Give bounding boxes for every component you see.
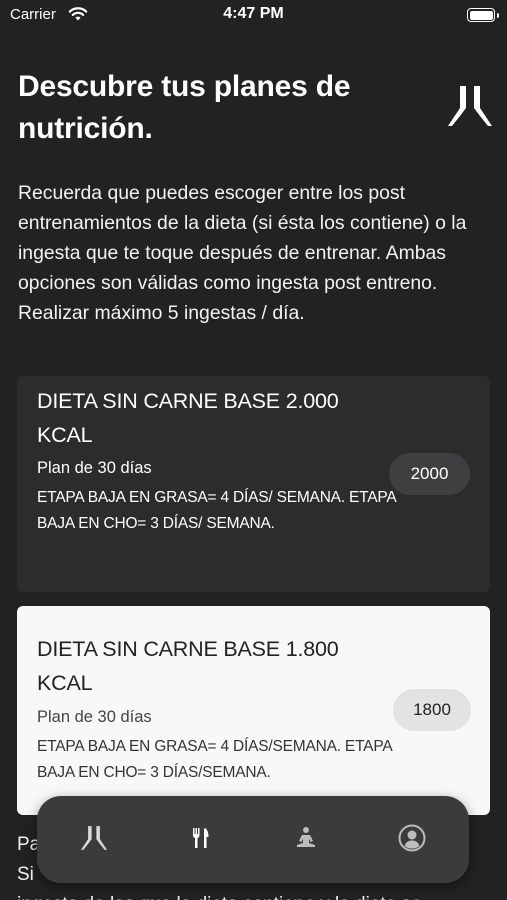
plan-duration: Plan de 30 días [37,459,152,477]
kcal-badge: 2000 [389,453,470,495]
plan-title: DIETA SIN CARNE BASE 2.000 KCAL [37,389,339,447]
meditation-icon [297,827,315,847]
plan-card-selected[interactable]: DIETA SIN CARNE BASE 1.800 KCAL Plan de … [17,606,490,815]
plan-title: DIETA SIN CARNE BASE 1.800 KCAL [37,637,339,695]
intro-text: Recuerda que puedes escoger entre los po… [18,182,467,324]
clock: 4:47 PM [223,5,284,22]
footer-note-line: ingesta de las que la dieta contiene y l… [17,890,495,900]
plan-description: ETAPA BAJA EN GRASA= 4 DÍAS/SEMANA. ETAP… [37,738,392,781]
status-bar: Carrier 4:47 PM [0,0,507,34]
tab-nutrition[interactable] [185,822,217,854]
kcal-badge: 1800 [393,689,471,731]
profile-icon [398,824,426,852]
logo-icon [448,86,492,126]
tab-profile[interactable] [396,822,428,854]
fork-knife-icon [192,828,209,848]
tab-bar [37,796,469,883]
battery-icon [467,8,499,22]
plan-card[interactable]: DIETA SIN CARNE BASE 2.000 KCAL Plan de … [17,376,490,592]
plan-duration: Plan de 30 días [37,708,152,726]
tab-home[interactable] [78,822,110,854]
logo-icon [81,826,107,850]
tab-meditation[interactable] [290,822,322,854]
page-title: Descubre tus planes de nutrición. [18,70,351,145]
plan-description: ETAPA BAJA EN GRASA= 4 DÍAS/ SEMANA. ETA… [37,489,396,532]
